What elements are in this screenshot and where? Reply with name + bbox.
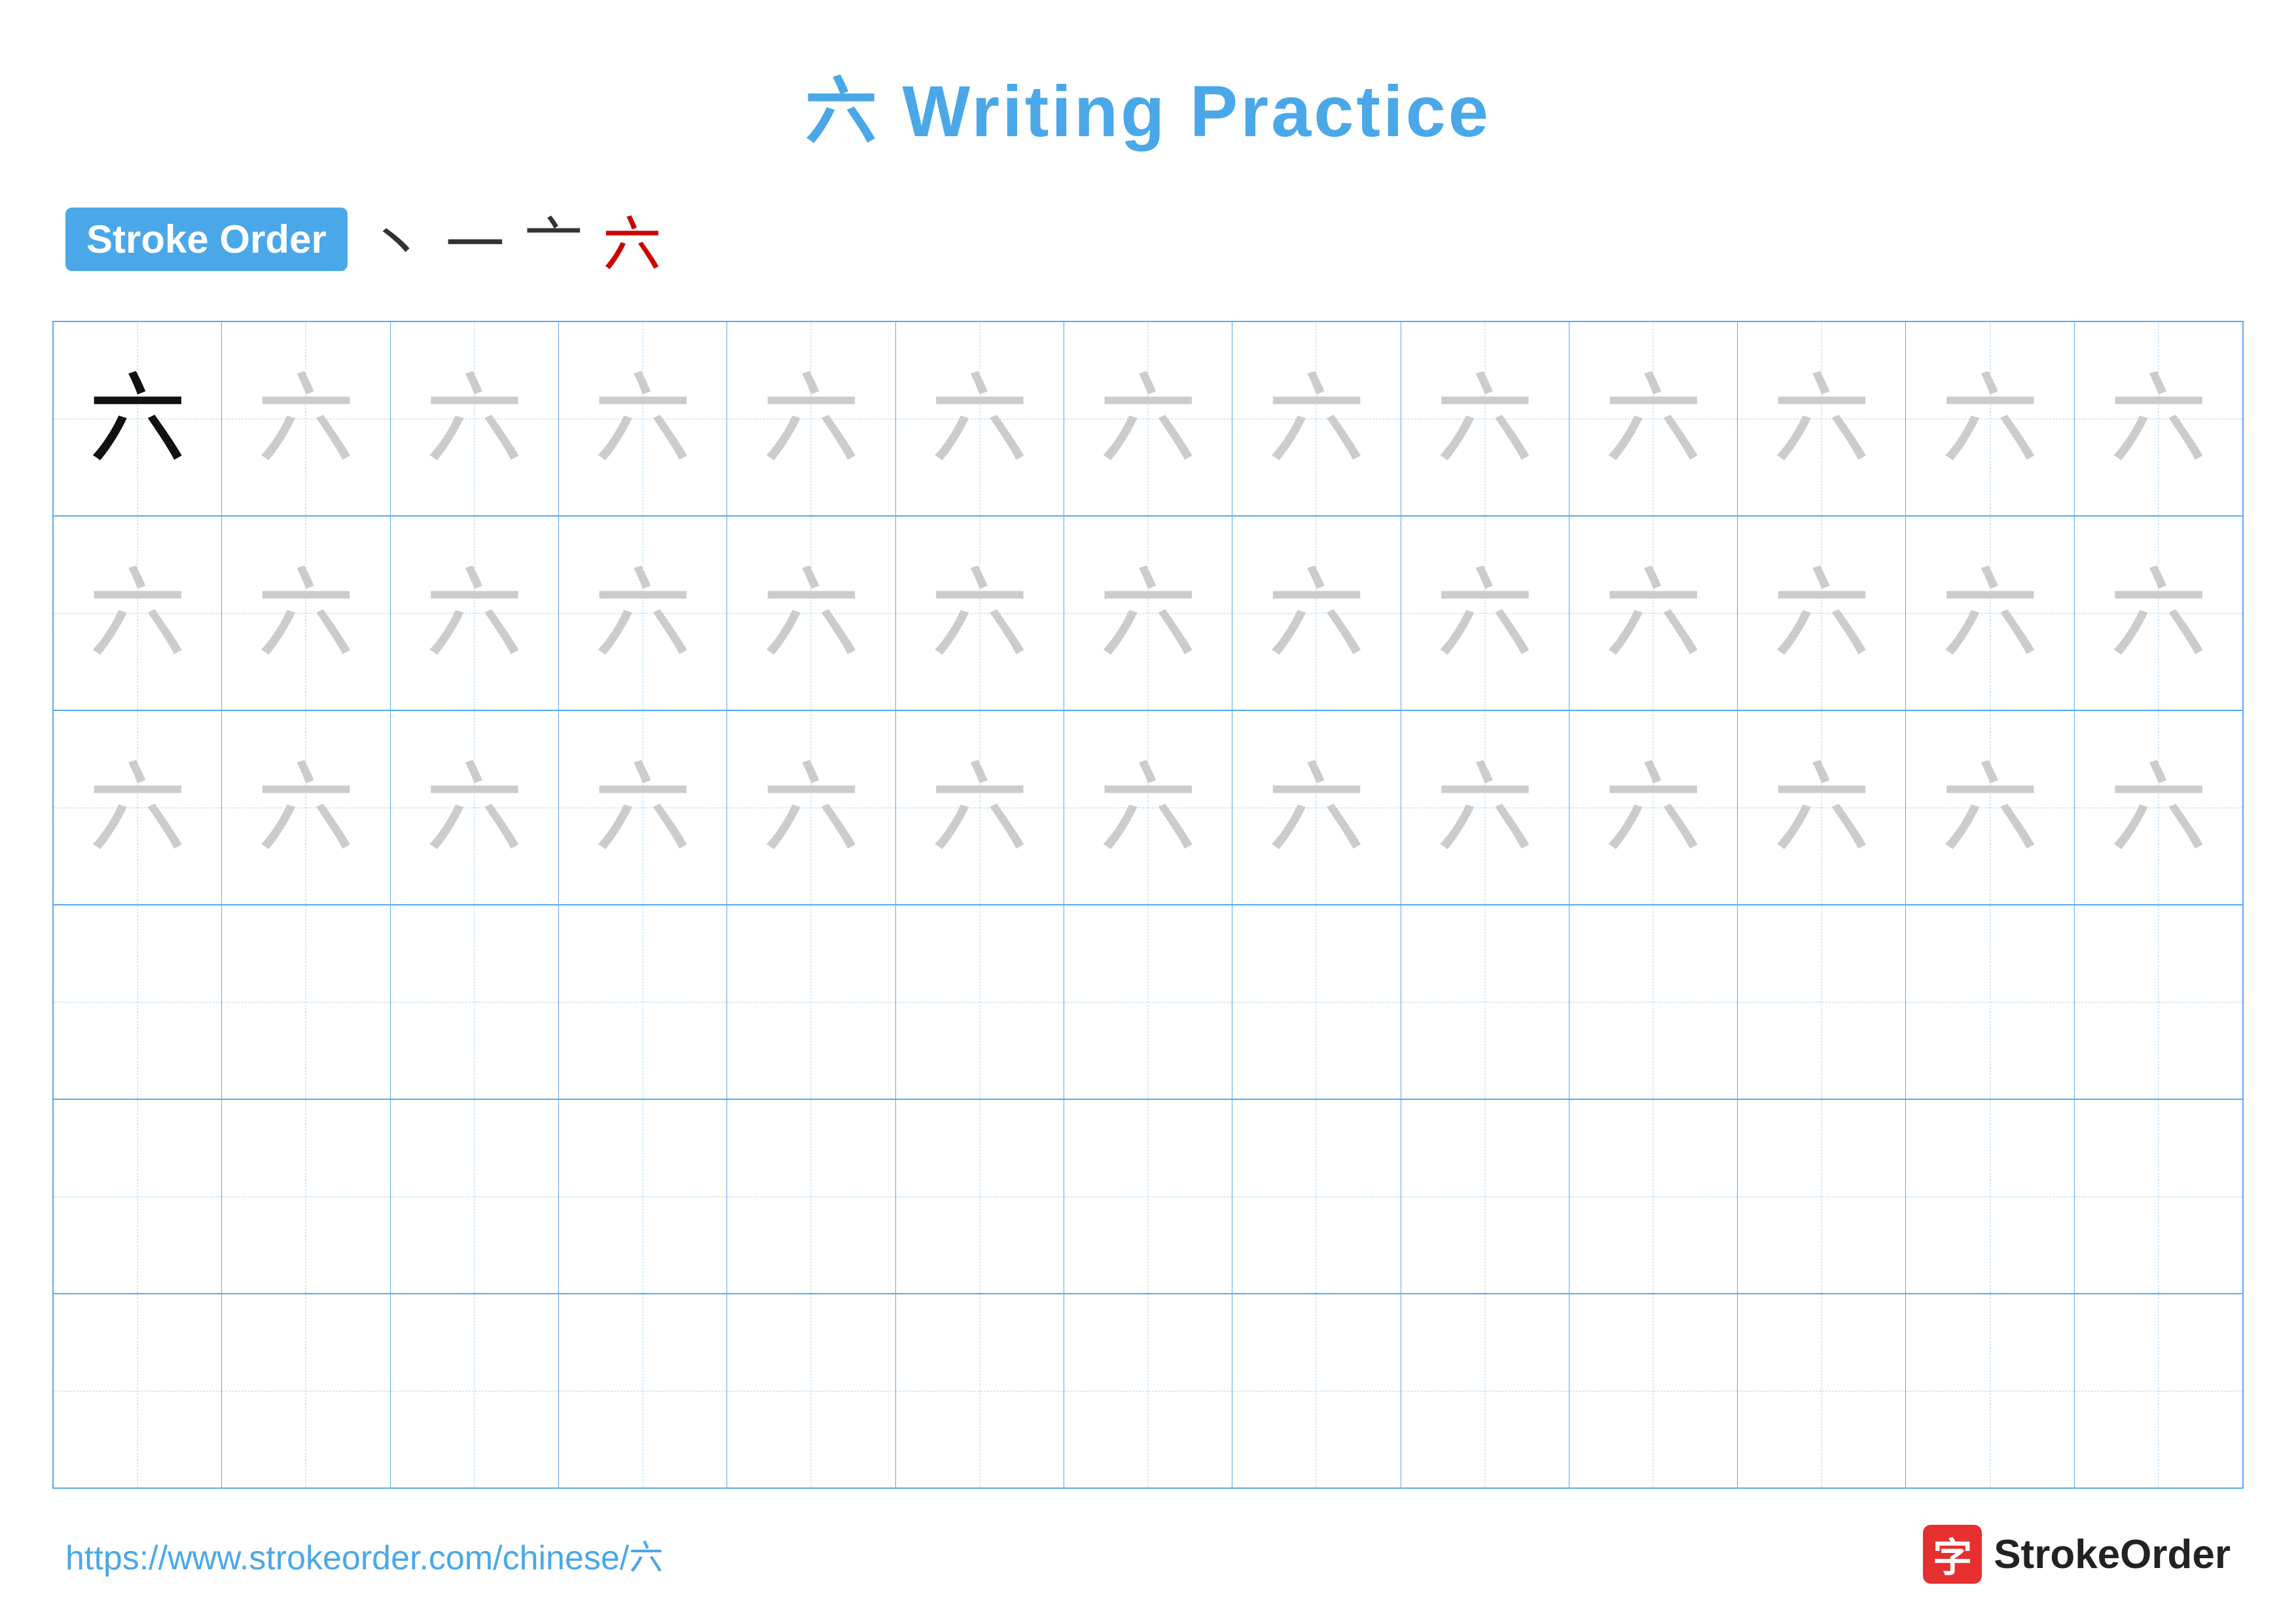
grid-cell-4-6[interactable] — [896, 905, 1064, 1099]
stroke-3: 亠 — [524, 196, 583, 282]
footer-url[interactable]: https://www.strokeorder.com/chinese/六 — [65, 1530, 663, 1579]
grid-cell-2-13[interactable]: 六 — [2075, 517, 2242, 710]
grid-cell-2-4[interactable]: 六 — [559, 517, 727, 710]
grid-cell-3-5[interactable]: 六 — [727, 711, 895, 904]
grid-cell-5-11[interactable] — [1738, 1100, 1906, 1293]
footer: https://www.strokeorder.com/chinese/六 字 … — [65, 1525, 2231, 1584]
grid-cell-5-10[interactable] — [1570, 1100, 1738, 1293]
grid-cell-2-12[interactable]: 六 — [1906, 517, 2074, 710]
grid-cell-3-6[interactable]: 六 — [896, 711, 1064, 904]
grid-cell-3-13[interactable]: 六 — [2075, 711, 2242, 904]
stroke-2: 一 — [446, 196, 505, 282]
grid-cell-4-3[interactable] — [391, 905, 559, 1099]
grid-cell-4-13[interactable] — [2075, 905, 2242, 1099]
grid-cell-5-12[interactable] — [1906, 1100, 2074, 1293]
grid-cell-3-11[interactable]: 六 — [1738, 711, 1906, 904]
grid-cell-1-2[interactable]: 六 — [222, 322, 390, 515]
grid-cell-6-2[interactable] — [222, 1294, 390, 1487]
grid-cell-4-10[interactable] — [1570, 905, 1738, 1099]
grid-cell-6-11[interactable] — [1738, 1294, 1906, 1487]
strokeorder-logo-text: StrokeOrder — [1994, 1531, 2231, 1578]
grid-cell-3-12[interactable]: 六 — [1906, 711, 2074, 904]
stroke-1: 丶 — [367, 196, 426, 282]
grid-cell-1-9[interactable]: 六 — [1401, 322, 1570, 515]
grid-cell-4-12[interactable] — [1906, 905, 2074, 1099]
grid-cell-4-11[interactable] — [1738, 905, 1906, 1099]
grid-cell-3-4[interactable]: 六 — [559, 711, 727, 904]
grid-cell-6-9[interactable] — [1401, 1294, 1570, 1487]
grid-cell-6-12[interactable] — [1906, 1294, 2074, 1487]
grid-cell-3-9[interactable]: 六 — [1401, 711, 1570, 904]
grid-cell-2-11[interactable]: 六 — [1738, 517, 1906, 710]
grid-cell-6-5[interactable] — [727, 1294, 895, 1487]
grid-cell-6-13[interactable] — [2075, 1294, 2242, 1487]
grid-cell-6-3[interactable] — [391, 1294, 559, 1487]
stroke-order-section: Stroke Order 丶 一 亠 六 — [65, 196, 2296, 282]
grid-cell-1-1[interactable]: 六 — [54, 322, 222, 515]
grid-cell-1-8[interactable]: 六 — [1232, 322, 1401, 515]
character-solid: 六 — [88, 370, 187, 468]
grid-cell-6-4[interactable] — [559, 1294, 727, 1487]
grid-cell-4-7[interactable] — [1064, 905, 1232, 1099]
grid-cell-6-8[interactable] — [1232, 1294, 1401, 1487]
grid-row-2: 六 六 六 六 六 六 六 六 六 六 六 六 六 — [54, 517, 2242, 711]
grid-cell-4-5[interactable] — [727, 905, 895, 1099]
grid-cell-6-10[interactable] — [1570, 1294, 1738, 1487]
grid-cell-3-7[interactable]: 六 — [1064, 711, 1232, 904]
stroke-sequence: 丶 一 亠 六 — [367, 196, 662, 282]
grid-cell-2-9[interactable]: 六 — [1401, 517, 1570, 710]
grid-cell-6-6[interactable] — [896, 1294, 1064, 1487]
grid-cell-6-1[interactable] — [54, 1294, 222, 1487]
grid-cell-2-8[interactable]: 六 — [1232, 517, 1401, 710]
grid-cell-4-9[interactable] — [1401, 905, 1570, 1099]
grid-cell-3-8[interactable]: 六 — [1232, 711, 1401, 904]
grid-cell-3-10[interactable]: 六 — [1570, 711, 1738, 904]
grid-cell-5-6[interactable] — [896, 1100, 1064, 1293]
grid-cell-5-7[interactable] — [1064, 1100, 1232, 1293]
grid-cell-1-5[interactable]: 六 — [727, 322, 895, 515]
grid-cell-3-2[interactable]: 六 — [222, 711, 390, 904]
strokeorder-logo-icon: 字 — [1923, 1525, 1982, 1584]
stroke-order-badge: Stroke Order — [65, 208, 348, 271]
grid-cell-1-12[interactable]: 六 — [1906, 322, 2074, 515]
grid-cell-4-4[interactable] — [559, 905, 727, 1099]
grid-cell-1-3[interactable]: 六 — [391, 322, 559, 515]
grid-cell-5-1[interactable] — [54, 1100, 222, 1293]
grid-cell-2-6[interactable]: 六 — [896, 517, 1064, 710]
grid-cell-5-8[interactable] — [1232, 1100, 1401, 1293]
footer-logo: 字 StrokeOrder — [1923, 1525, 2231, 1584]
grid-cell-5-3[interactable] — [391, 1100, 559, 1293]
page-title: 六 Writing Practice — [0, 0, 2296, 157]
grid-cell-2-1[interactable]: 六 — [54, 517, 222, 710]
grid-cell-2-5[interactable]: 六 — [727, 517, 895, 710]
grid-cell-5-9[interactable] — [1401, 1100, 1570, 1293]
grid-row-3: 六 六 六 六 六 六 六 六 六 六 六 六 六 — [54, 711, 2242, 905]
grid-row-5 — [54, 1100, 2242, 1294]
grid-row-1: 六 六 六 六 六 六 六 六 六 六 六 六 六 — [54, 322, 2242, 517]
stroke-4: 六 — [603, 196, 662, 282]
grid-cell-6-7[interactable] — [1064, 1294, 1232, 1487]
practice-grid: 六 六 六 六 六 六 六 六 六 六 六 六 六 六 六 六 六 六 六 六 … — [52, 321, 2244, 1489]
grid-cell-1-13[interactable]: 六 — [2075, 322, 2242, 515]
grid-cell-4-8[interactable] — [1232, 905, 1401, 1099]
grid-cell-2-10[interactable]: 六 — [1570, 517, 1738, 710]
grid-cell-2-2[interactable]: 六 — [222, 517, 390, 710]
grid-cell-5-2[interactable] — [222, 1100, 390, 1293]
grid-cell-1-7[interactable]: 六 — [1064, 322, 1232, 515]
grid-cell-5-5[interactable] — [727, 1100, 895, 1293]
grid-cell-1-10[interactable]: 六 — [1570, 322, 1738, 515]
grid-cell-5-13[interactable] — [2075, 1100, 2242, 1293]
grid-cell-5-4[interactable] — [559, 1100, 727, 1293]
grid-row-6 — [54, 1294, 2242, 1487]
grid-row-4 — [54, 905, 2242, 1100]
grid-cell-2-7[interactable]: 六 — [1064, 517, 1232, 710]
grid-cell-3-1[interactable]: 六 — [54, 711, 222, 904]
grid-cell-1-6[interactable]: 六 — [896, 322, 1064, 515]
grid-cell-1-11[interactable]: 六 — [1738, 322, 1906, 515]
grid-cell-2-3[interactable]: 六 — [391, 517, 559, 710]
grid-cell-4-1[interactable] — [54, 905, 222, 1099]
grid-cell-1-4[interactable]: 六 — [559, 322, 727, 515]
grid-cell-4-2[interactable] — [222, 905, 390, 1099]
grid-cell-3-3[interactable]: 六 — [391, 711, 559, 904]
